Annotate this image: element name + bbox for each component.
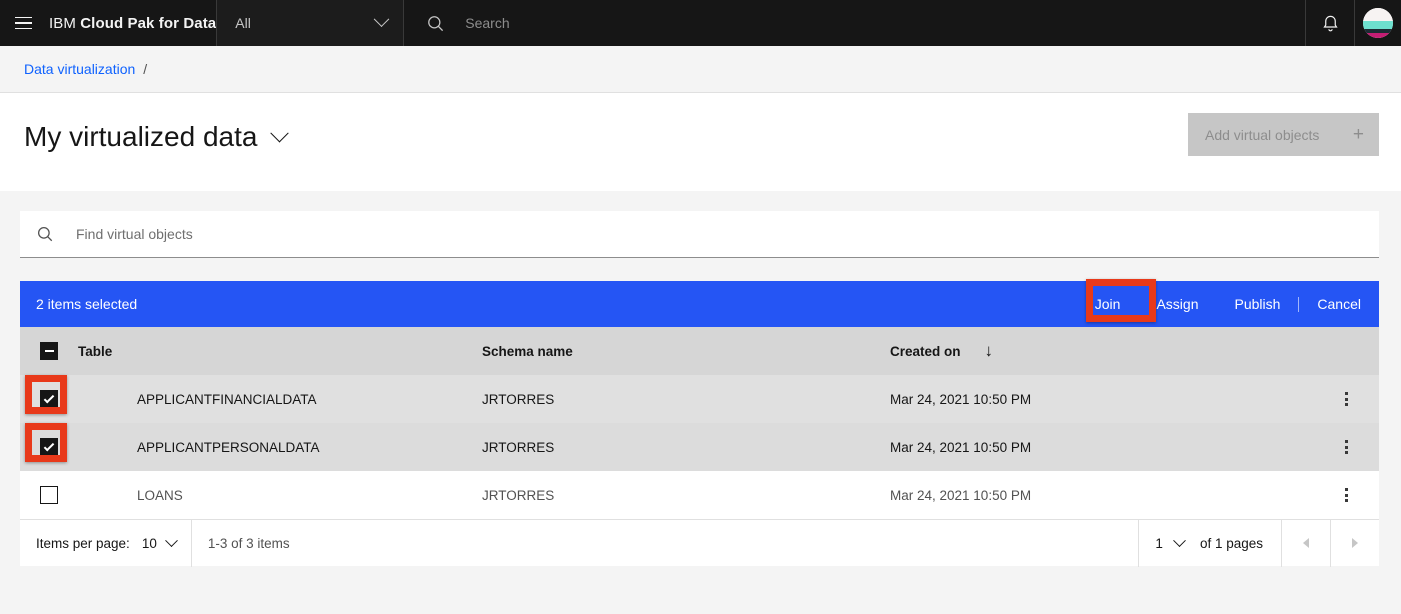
row-schema-name: JRTORRES <box>482 471 890 519</box>
select-all-header-cell <box>20 327 78 375</box>
row-checkbox-1[interactable] <box>20 423 78 471</box>
chevron-down-icon <box>373 10 390 27</box>
brand-name: Cloud Pak for Data <box>80 14 217 32</box>
next-page-button[interactable] <box>1331 520 1379 567</box>
current-page-value: 1 <box>1155 535 1163 551</box>
breadcrumb-item-data-virtualization[interactable]: Data virtualization <box>24 61 135 77</box>
add-virtual-objects-label: Add virtual objects <box>1205 126 1320 143</box>
table-body: APPLICANTFINANCIALDATA JRTORRES Mar 24, … <box>20 375 1379 519</box>
find-virtual-objects-input[interactable]: Find virtual objects <box>20 211 1379 258</box>
of-pages-label: of 1 pages <box>1199 535 1263 551</box>
items-per-page-select[interactable]: 10 <box>141 533 178 551</box>
user-avatar-button[interactable] <box>1355 0 1401 46</box>
pagination-right-group: 1 of 1 pages <box>1138 519 1379 567</box>
join-button[interactable]: Join <box>1077 281 1139 327</box>
row-checkbox-cell <box>20 471 78 519</box>
search-icon <box>428 15 444 31</box>
items-per-page-label: Items per page: <box>36 535 130 551</box>
previous-page-button[interactable] <box>1282 520 1330 567</box>
row-actions-cell <box>1314 471 1379 519</box>
chevron-down-icon <box>164 533 178 547</box>
plus-icon: + <box>1352 124 1364 145</box>
row-table-name: APPLICANTFINANCIALDATA <box>78 375 482 423</box>
find-virtual-objects-placeholder: Find virtual objects <box>76 226 193 242</box>
column-header-table[interactable]: Table <box>78 327 482 375</box>
add-virtual-objects-button[interactable]: Add virtual objects + <box>1188 113 1379 156</box>
chevron-down-icon <box>1173 533 1186 547</box>
row-created-on: Mar 24, 2021 10:50 PM <box>890 471 1314 519</box>
main-content: Find virtual objects 2 items selected Jo… <box>20 211 1379 567</box>
pagination-bar: Items per page: 10 1-3 of 3 items 1 of 1… <box>20 519 1379 567</box>
checkbox-indeterminate-icon <box>40 342 58 360</box>
caret-left-icon <box>1303 538 1309 548</box>
arrow-down-icon: ↓ <box>984 341 994 360</box>
row-created-on: Mar 24, 2021 10:50 PM <box>890 375 1314 423</box>
publish-button[interactable]: Publish <box>1216 281 1298 327</box>
batch-action-bar: 2 items selected Join Assign Publish Can… <box>20 281 1379 327</box>
bell-icon <box>1322 15 1338 31</box>
cancel-button[interactable]: Cancel <box>1299 281 1379 327</box>
row-schema-name: JRTORRES <box>482 423 890 471</box>
scope-select-value: All <box>235 15 251 31</box>
search-icon <box>37 226 53 242</box>
table-header-row: Table Schema name Created on ↓ <box>20 327 1379 375</box>
column-header-schema-name[interactable]: Schema name <box>482 327 890 375</box>
table-row[interactable]: APPLICANTPERSONALDATA JRTORRES Mar 24, 2… <box>20 423 1379 471</box>
items-per-page-value: 10 <box>141 535 157 551</box>
items-per-page-group: Items per page: 10 <box>20 520 191 567</box>
assign-button[interactable]: Assign <box>1138 281 1216 327</box>
overflow-menu-icon[interactable] <box>1314 471 1379 519</box>
page-number-select[interactable]: 1 <box>1139 533 1200 551</box>
page-title-row: My virtualized data <box>24 121 290 153</box>
row-actions-cell <box>1314 375 1379 423</box>
brand-prefix: IBM <box>49 14 76 32</box>
checkbox-checked-icon <box>40 390 58 408</box>
table-row[interactable]: APPLICANTFINANCIALDATA JRTORRES Mar 24, … <box>20 375 1379 423</box>
virtual-objects-table: Table Schema name Created on ↓ APPLICANT… <box>20 327 1379 519</box>
checkbox-unchecked-icon <box>40 486 58 504</box>
page-title: My virtualized data <box>24 121 258 152</box>
column-header-table-label: Table <box>78 343 113 359</box>
row-table-name: LOANS <box>78 471 482 519</box>
row-checkbox-cell <box>20 423 78 471</box>
app-header: IBM Cloud Pak for Data All Search <box>0 0 1401 46</box>
notifications-button[interactable] <box>1306 0 1354 46</box>
pagination-range-label: 1-3 of 3 items <box>207 535 290 551</box>
scope-select[interactable]: All <box>217 0 404 46</box>
page-title-section: My virtualized data Add virtual objects … <box>0 93 1401 191</box>
column-header-created-on[interactable]: Created on ↓ <box>890 327 1314 375</box>
row-checkbox-cell <box>20 375 78 423</box>
hamburger-menu-icon[interactable] <box>0 0 46 46</box>
table-header: Table Schema name Created on ↓ <box>20 327 1379 375</box>
row-actions-cell <box>1314 423 1379 471</box>
select-all-checkbox[interactable] <box>20 327 78 375</box>
global-search-input[interactable]: Search <box>404 0 1305 46</box>
overflow-menu-icon[interactable] <box>1314 423 1379 471</box>
overflow-menu-icon[interactable] <box>1314 375 1379 423</box>
column-header-schema-name-label: Schema name <box>482 343 573 359</box>
column-header-created-on-label: Created on <box>890 343 961 359</box>
row-checkbox-0[interactable] <box>20 375 78 423</box>
breadcrumb: Data virtualization / <box>0 46 1401 93</box>
checkbox-checked-icon <box>40 438 58 456</box>
breadcrumb-separator: / <box>143 61 148 77</box>
avatar <box>1363 8 1393 38</box>
column-header-actions <box>1314 327 1379 375</box>
row-checkbox-2[interactable] <box>20 471 78 519</box>
caret-right-icon <box>1352 538 1358 548</box>
batch-actions: Join Assign Publish Cancel <box>1077 281 1379 327</box>
row-table-name: APPLICANTPERSONALDATA <box>78 423 482 471</box>
chevron-down-icon[interactable] <box>270 123 290 142</box>
app-brand[interactable]: IBM Cloud Pak for Data <box>46 15 216 32</box>
selection-count-label: 2 items selected <box>36 296 138 312</box>
global-search-placeholder: Search <box>465 15 510 31</box>
row-schema-name: JRTORRES <box>482 375 890 423</box>
table-row[interactable]: LOANS JRTORRES Mar 24, 2021 10:50 PM <box>20 471 1379 519</box>
row-created-on: Mar 24, 2021 10:50 PM <box>890 423 1314 471</box>
